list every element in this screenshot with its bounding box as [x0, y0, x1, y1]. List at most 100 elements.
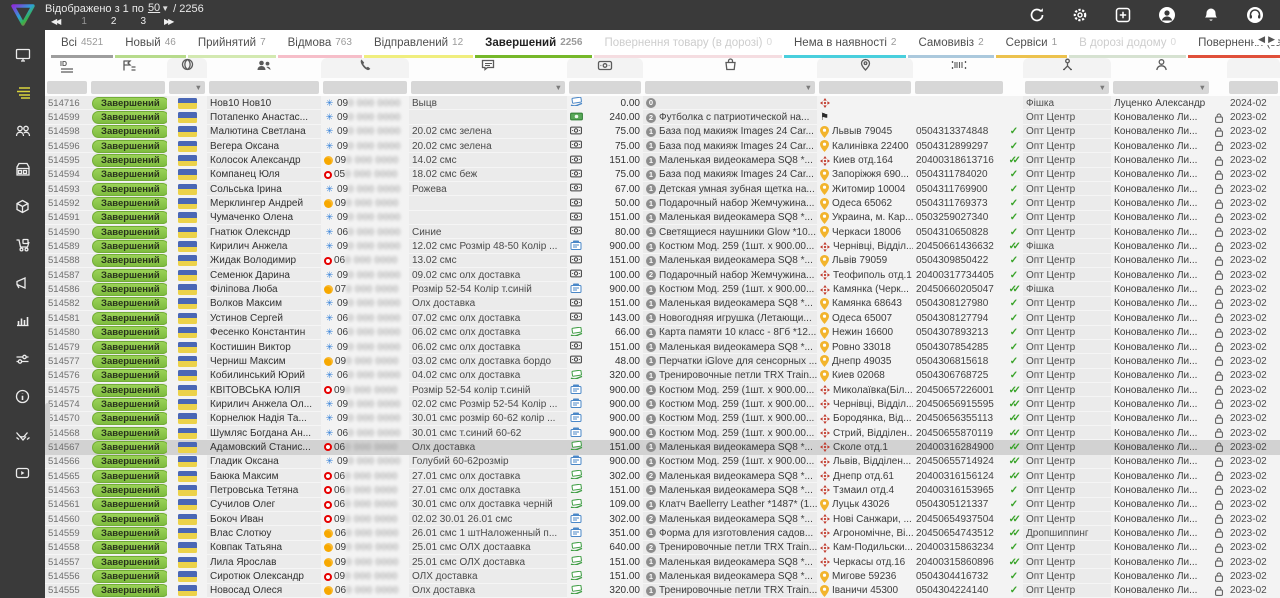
tab-Самовивіз[interactable]: Самовивіз2 [908, 30, 993, 58]
tab-Сервіси[interactable]: Сервіси1 [996, 30, 1068, 58]
column-header-tracking[interactable] [913, 58, 1005, 78]
table-row[interactable]: 514581 Завершений Устинов Сергей ✳060 00… [45, 311, 1280, 325]
table-row[interactable]: 514593 Завершений Сольська Ірина ✳090 00… [45, 182, 1280, 196]
filter-source[interactable]: ▼ [169, 81, 205, 94]
table-row[interactable]: 514577 Завершений Черниш Максим 090 000 … [45, 354, 1280, 368]
page-number-1[interactable]: 1 [69, 16, 99, 27]
sidebar-item-settings[interactable] [0, 342, 45, 380]
table-row[interactable]: 514570 Завершений Корнелюк Надія Та... ✳… [45, 412, 1280, 426]
tab-Новый[interactable]: Новый46 [115, 30, 186, 58]
sidebar-item-statistics[interactable] [0, 304, 45, 342]
filter-date[interactable] [1229, 81, 1278, 94]
sidebar-item-purchases[interactable] [0, 228, 45, 266]
table-row[interactable]: 514596 Завершений Вегера Оксана ✳090 000… [45, 139, 1280, 153]
column-header-date[interactable] [1227, 58, 1280, 78]
table-row[interactable]: 514557 Завершений Лила Ярослав 090 000 0… [45, 555, 1280, 569]
first-page-button[interactable]: ◀◀ [45, 16, 69, 28]
column-header-lock[interactable] [1211, 58, 1227, 78]
table-row[interactable]: 514579 Завершений Костишин Виктор ✳090 0… [45, 340, 1280, 354]
column-header-handler[interactable] [1023, 58, 1111, 78]
column-header-manager[interactable] [1111, 58, 1211, 78]
filter-handler[interactable]: ▼ [1025, 81, 1109, 94]
sidebar-item-dashboard[interactable] [0, 38, 45, 76]
tab-Нема в наявності[interactable]: Нема в наявності2 [784, 30, 906, 58]
table-row[interactable]: 514595 Завершений Колосок Александр 090 … [45, 153, 1280, 167]
filter-id[interactable] [47, 81, 87, 94]
filter-phone[interactable] [323, 81, 407, 94]
column-header-phone[interactable] [321, 58, 409, 78]
table-row[interactable]: 514592 Завершений Мерклингер Андрей 090 … [45, 196, 1280, 210]
tab-Всі[interactable]: Всі4521 [51, 30, 113, 58]
per-page-select[interactable]: 50▼ [148, 2, 169, 15]
sidebar-item-tutorials[interactable] [0, 456, 45, 494]
table-row[interactable]: 514586 Завершений Філіпова Люба 070 000 … [45, 282, 1280, 296]
last-page-button[interactable]: ▶▶ [158, 16, 182, 28]
table-row[interactable]: 514576 Завершений Кобилинський Юрий ✳060… [45, 369, 1280, 383]
filter-tracking[interactable] [915, 81, 1003, 94]
filter-comment[interactable]: ▼ [411, 81, 565, 94]
sidebar-item-products[interactable] [0, 190, 45, 228]
column-header-location[interactable] [817, 58, 913, 78]
table-row[interactable]: 514575 Завершений КВІТОВСЬКА ЮЛІЯ 090 00… [45, 383, 1280, 397]
tab-Прийнятий[interactable]: Прийнятий7 [188, 30, 276, 58]
column-header-customer[interactable] [207, 58, 321, 78]
table-row[interactable]: 514574 Завершений Кирилич Анжела Ол... ✳… [45, 397, 1280, 411]
tab-Відправлений[interactable]: Відправлений12 [364, 30, 473, 58]
filter-manager[interactable]: ▼ [1113, 81, 1209, 94]
add-window-icon[interactable] [1115, 7, 1131, 23]
table-row[interactable]: 514591 Завершений Чумаченко Олена ✳090 0… [45, 211, 1280, 225]
table-row[interactable]: 514594 Завершений Компанец Юля 050 000 0… [45, 168, 1280, 182]
table-row[interactable]: 514561 Завершений Сучилов Олег 060 000 0… [45, 498, 1280, 512]
column-header-check[interactable] [1005, 58, 1023, 78]
sidebar-item-marketing[interactable] [0, 266, 45, 304]
account-icon[interactable] [1158, 6, 1176, 24]
table-row[interactable]: 514563 Завершений Петровська Тетяна 060 … [45, 483, 1280, 497]
table-row[interactable]: 514589 Завершений Кирилич Анжела ✳090 00… [45, 239, 1280, 253]
column-header-id[interactable]: ID [45, 58, 89, 78]
table-row[interactable]: 514588 Завершений Жидак Володимир 060 00… [45, 254, 1280, 268]
notifications-icon[interactable] [1203, 7, 1219, 23]
page-number-2[interactable]: 2 [99, 16, 129, 27]
table-row[interactable]: 514568 Завершений Шумляс Богдана Ан... ✳… [45, 426, 1280, 440]
table-row[interactable]: 514566 Завершений Гладик Оксана ✳090 000… [45, 455, 1280, 469]
app-logo[interactable] [0, 0, 45, 30]
support-icon[interactable] [1246, 6, 1264, 24]
settings-icon[interactable] [1072, 7, 1088, 23]
table-row[interactable]: 514556 Завершений Сиротюк Олександр 090 … [45, 569, 1280, 583]
sidebar-item-store[interactable] [0, 152, 45, 190]
table-row[interactable]: 514587 Завершений Семенюк Дарина ✳090 00… [45, 268, 1280, 282]
filter-customer[interactable] [209, 81, 319, 94]
sidebar-item-info[interactable] [0, 380, 45, 418]
tab-Повернення товару (в дорозі)[interactable]: Повернення товару (в дорозі)0 [594, 30, 782, 58]
column-header-payment[interactable] [567, 58, 643, 78]
table-row[interactable]: 514716 Завершений Нов10 Нов10 ✳090 000 0… [45, 96, 1280, 110]
filter-status[interactable] [91, 81, 165, 94]
column-header-status[interactable] [89, 58, 167, 78]
table-row[interactable]: 514567 Завершений Адамовский Станис... 0… [45, 440, 1280, 454]
tab-scroll-arrows[interactable]: ◀▶ [1254, 34, 1278, 45]
vertical-scrollbar-thumb[interactable] [45, 403, 50, 445]
table-row[interactable]: 514559 Завершений Влас Слотюу 060 000 00… [45, 526, 1280, 540]
filter-product[interactable]: ▼ [645, 81, 815, 94]
table-row[interactable]: 514599 Завершений Потапенко Анастас... ✳… [45, 110, 1280, 124]
refresh-icon[interactable] [1029, 7, 1045, 23]
column-header-source[interactable] [167, 58, 207, 78]
table-row[interactable]: 514598 Завершений Малютина Светлана ✳090… [45, 125, 1280, 139]
column-header-product[interactable] [643, 58, 817, 78]
sidebar-item-partners[interactable] [0, 418, 45, 456]
table-row[interactable]: 514558 Завершений Ковпак Татьяна 090 000… [45, 541, 1280, 555]
filter-location[interactable] [819, 81, 911, 94]
sidebar-item-orders[interactable] [0, 76, 45, 114]
table-row[interactable]: 514590 Завершений Гнатюк Олексндр ✳060 0… [45, 225, 1280, 239]
table-row[interactable]: 514580 Завершений Фесенко Константин ✳06… [45, 326, 1280, 340]
page-number-3[interactable]: 3 [128, 16, 158, 27]
filter-payment[interactable] [569, 81, 641, 94]
table-row[interactable]: 514582 Завершений Волков Максим ✳090 000… [45, 297, 1280, 311]
sidebar-item-customers[interactable] [0, 114, 45, 152]
table-row[interactable]: 514555 Завершений Новосад Олеся 060 000 … [45, 584, 1280, 598]
column-header-comment[interactable] [409, 58, 567, 78]
table-row[interactable]: 514565 Завершений Баюка Максим 060 000 0… [45, 469, 1280, 483]
tab-Завершений[interactable]: Завершений2256 [475, 30, 592, 58]
tab-Відмова[interactable]: Відмова763 [278, 30, 362, 58]
table-row[interactable]: 514560 Завершений Бокоч Иван 090 000 000… [45, 512, 1280, 526]
